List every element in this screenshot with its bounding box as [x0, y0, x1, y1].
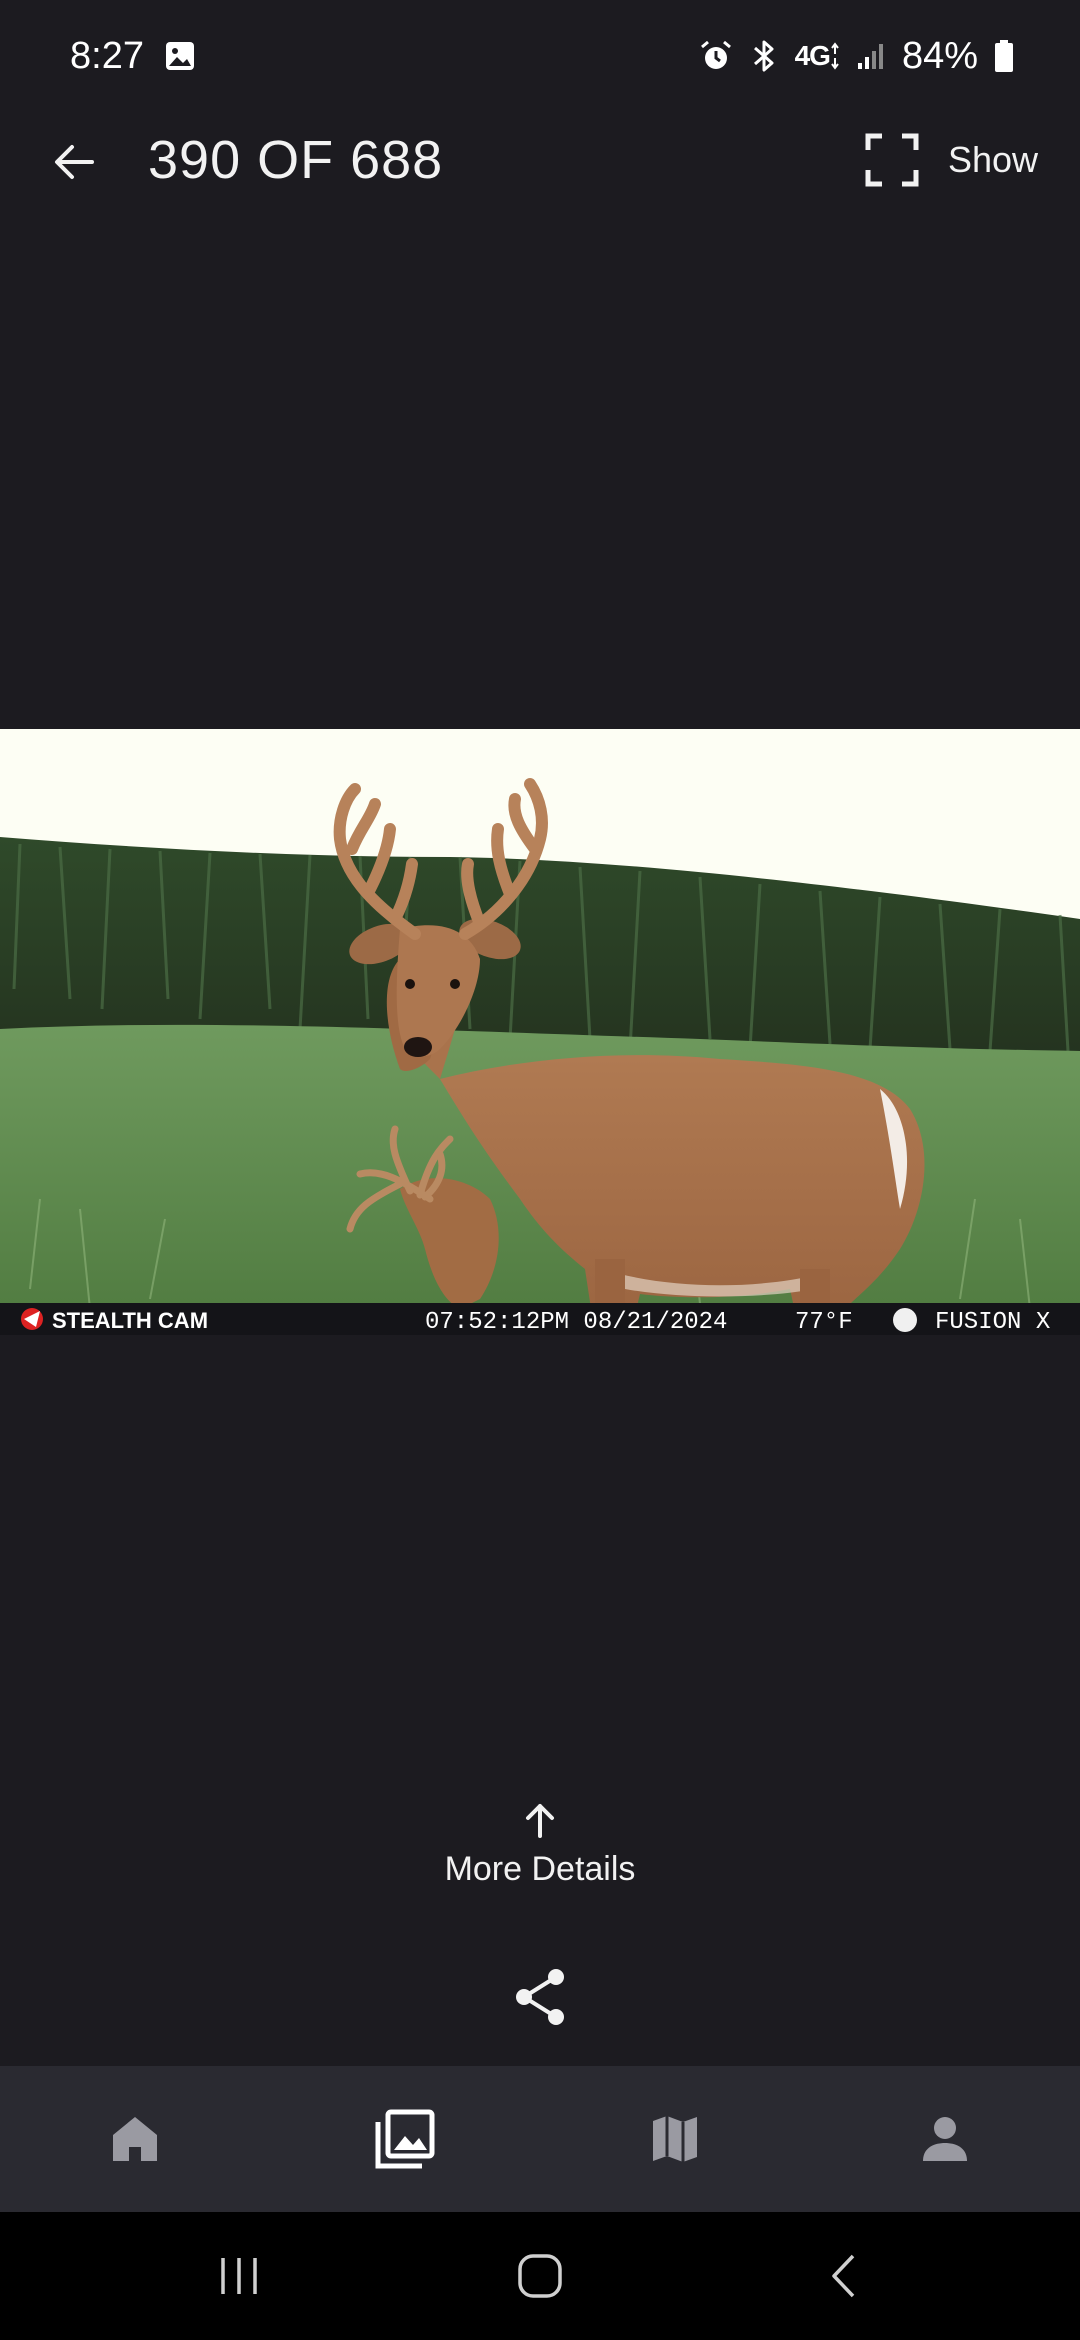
status-bar: 8:27 4G 84% — [0, 0, 1080, 112]
recents-icon — [221, 2258, 257, 2294]
overlay-timestamp: 07:52:12PM 08/21/2024 — [425, 1309, 727, 1335]
overlay-model: FUSION X — [935, 1309, 1050, 1335]
person-icon — [923, 2117, 967, 2161]
bluetooth-icon — [749, 39, 779, 73]
share-button[interactable] — [505, 1962, 575, 2032]
back-system-button[interactable] — [798, 2231, 888, 2321]
recents-button[interactable] — [194, 2231, 284, 2321]
nav-item-map[interactable] — [615, 2079, 735, 2199]
image-icon — [164, 40, 196, 72]
signal-icon — [856, 41, 886, 71]
system-navigation-bar — [0, 2212, 1080, 2340]
moon-phase-icon — [893, 1308, 917, 1332]
overlay-brand: STEALTH CAM — [52, 1308, 208, 1333]
status-right: 4G 84% — [699, 35, 1014, 78]
back-button[interactable] — [40, 128, 108, 196]
alarm-icon — [699, 39, 733, 73]
nav-item-home[interactable] — [75, 2079, 195, 2199]
more-details-label: More Details — [444, 1850, 636, 1888]
nav-item-gallery[interactable] — [345, 2079, 465, 2199]
battery-percent: 84% — [901, 34, 978, 77]
arrow-up-icon — [526, 1804, 554, 1838]
status-left: 8:27 — [70, 35, 196, 78]
gallery-icon — [375, 2109, 435, 2169]
share-icon — [516, 1969, 564, 2025]
nav-item-profile[interactable] — [885, 2079, 1005, 2199]
status-time: 8:27 — [70, 34, 144, 77]
back-chevron-icon — [832, 2254, 855, 2298]
overlay-temperature: 77°F — [795, 1309, 853, 1335]
more-details-button[interactable]: More Details — [390, 1800, 690, 1900]
trail-camera-photo[interactable]: STEALTH CAM 07:52:12PM 08/21/2024 77°F F… — [0, 729, 1080, 1335]
lte-icon: 4G — [795, 40, 840, 72]
show-fullscreen-button[interactable]: Show — [864, 128, 1038, 192]
app-header: 390 OF 688 Show — [0, 112, 1080, 208]
home-system-button[interactable] — [495, 2231, 585, 2321]
photo-viewer-screen: 8:27 4G 84% 390 OF 688 Show STEALTH CAM … — [0, 0, 1080, 2340]
show-label: Show — [947, 139, 1038, 180]
arrow-left-icon — [55, 145, 94, 179]
bottom-navigation — [0, 2066, 1080, 2212]
photo-counter: 390 OF 688 — [148, 130, 444, 190]
home-icon — [113, 2117, 157, 2161]
brand-logo-icon — [21, 1308, 43, 1330]
battery-icon — [994, 39, 1014, 73]
home-circle-icon — [518, 2254, 562, 2298]
map-icon — [653, 2116, 697, 2162]
fullscreen-icon — [865, 133, 919, 187]
network-label: 4G — [794, 40, 831, 71]
